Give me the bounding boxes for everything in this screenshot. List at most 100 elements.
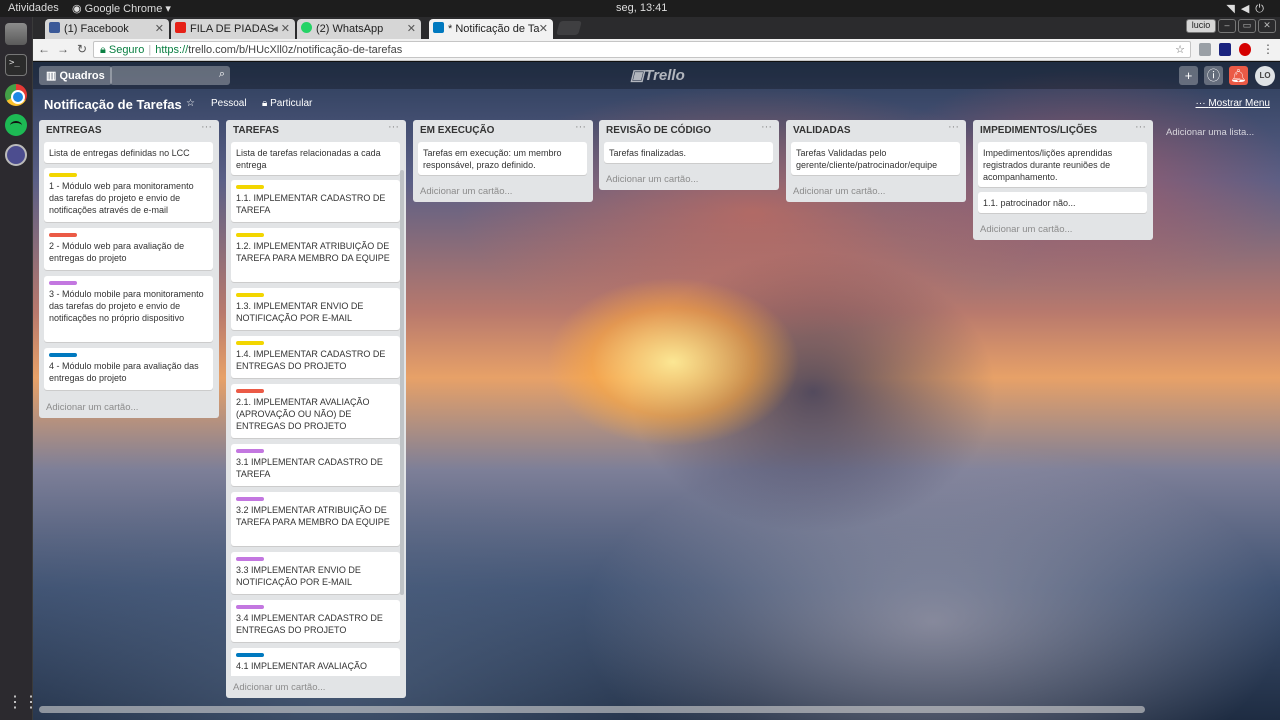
browser-tab-strip: (1) Facebook ✕ FILA DE PIADAS ◂ ✕ (2) Wh… [33, 17, 1280, 39]
card[interactable]: 1.4. IMPLEMENTAR CADASTRO DE ENTREGAS DO… [231, 336, 400, 378]
info-button[interactable]: ⓘ [1204, 66, 1223, 85]
show-menu-link[interactable]: ··· Mostrar Menu [1196, 98, 1270, 109]
card-text: Tarefas em execução: um membro responsáv… [423, 148, 562, 170]
card[interactable]: 1.2. IMPLEMENTAR ATRIBUIÇÃO DE TAREFA PA… [231, 228, 400, 282]
card[interactable]: 2 - Módulo web para avaliação de entrega… [44, 228, 213, 270]
extension-icon[interactable] [1219, 43, 1231, 56]
card[interactable]: Tarefas em execução: um membro responsáv… [418, 142, 587, 175]
close-tab-icon[interactable]: ✕ [155, 22, 164, 35]
list-menu-icon[interactable]: ··· [201, 121, 212, 133]
tab-trello-board[interactable]: * Notificação de Ta ✕ [429, 19, 553, 39]
board-title[interactable]: Notificação de Tarefas [44, 97, 182, 112]
card[interactable]: Tarefas Validadas pelo gerente/cliente/p… [791, 142, 960, 175]
close-tab-icon[interactable]: ◂ ✕ [272, 22, 290, 35]
card[interactable]: 3.1 IMPLEMENTAR CADASTRO DE TAREFA [231, 444, 400, 486]
list-validadas[interactable]: VALIDADAS ··· Tarefas Validadas pelo ger… [786, 120, 966, 202]
tab-whatsapp[interactable]: (2) WhatsApp ✕ [297, 19, 421, 39]
card[interactable]: 1.1. patrocinador não... [978, 192, 1147, 213]
new-tab-button[interactable] [556, 21, 582, 35]
list-title[interactable]: VALIDADAS [793, 125, 851, 136]
activities-button[interactable]: Atividades [8, 2, 59, 14]
list-impedimentos-licoes[interactable]: IMPEDIMENTOS/LIÇÕES ··· Impedimentos/liç… [973, 120, 1153, 240]
add-card-link[interactable]: Adicionar um cartão... [420, 186, 512, 197]
app-menu[interactable]: ◉ Google Chrome ▾ [72, 2, 171, 15]
card-label-purple [49, 281, 77, 285]
board-visibility[interactable]: 🔒︎ Particular [262, 98, 312, 109]
search-input[interactable]: ⌕ [110, 66, 230, 85]
list-scrollbar[interactable] [400, 170, 404, 595]
list-menu-icon[interactable]: ··· [575, 121, 586, 133]
card[interactable]: 4.1 IMPLEMENTAR AVALIAÇÃO [231, 648, 400, 676]
card[interactable]: 1.3. IMPLEMENTAR ENVIO DE NOTIFICAÇÃO PO… [231, 288, 400, 330]
tab-fila-de-piadas[interactable]: FILA DE PIADAS ◂ ✕ [171, 19, 295, 39]
list-tarefas[interactable]: TAREFAS ··· Lista de tarefas relacionada… [226, 120, 406, 698]
close-tab-icon[interactable]: ✕ [407, 22, 416, 35]
list-title[interactable]: REVISÃO DE CÓDIGO [606, 125, 711, 136]
star-icon[interactable]: ☆ [186, 98, 195, 109]
create-button[interactable]: + [1179, 66, 1198, 85]
add-card-link[interactable]: Adicionar um cartão... [980, 224, 1072, 235]
app-menu-label: Google Chrome [84, 3, 163, 15]
address-bar[interactable]: 🔒︎ Seguro | https://trello.com/b/HUcXll0z/n… [93, 41, 1191, 58]
card[interactable]: 1 - Módulo web para monitoramento das ta… [44, 168, 213, 222]
close-tab-icon[interactable]: ✕ [539, 22, 548, 35]
list-menu-icon[interactable]: ··· [948, 121, 959, 133]
back-icon[interactable]: ← [37, 42, 51, 56]
chrome-app-icon[interactable] [5, 84, 27, 106]
list-revisao-de-codigo[interactable]: REVISÃO DE CÓDIGO ··· Tarefas finalizada… [599, 120, 779, 190]
add-card-link[interactable]: Adicionar um cartão... [233, 682, 325, 693]
terminal-app-icon[interactable]: >_ [5, 54, 27, 76]
card[interactable]: 2.1. IMPLEMENTAR AVALIAÇÃO (APROVAÇÃO OU… [231, 384, 400, 438]
card-label-red [236, 389, 264, 393]
card-text: 1 - Módulo web para monitoramento das ta… [49, 181, 194, 215]
board-horizontal-scrollbar[interactable] [39, 706, 1145, 713]
list-menu-icon[interactable]: ··· [761, 121, 772, 133]
files-app-icon[interactable] [5, 23, 27, 45]
opera-extension-icon[interactable] [1239, 43, 1251, 56]
card[interactable]: Lista de tarefas relacionadas a cada ent… [231, 142, 400, 175]
avatar[interactable]: LO [1255, 66, 1275, 86]
card[interactable]: Impedimentos/lições aprendidas registrad… [978, 142, 1147, 187]
card-text: 3.3 IMPLEMENTAR ENVIO DE NOTIFICAÇÃO POR… [236, 565, 361, 587]
trello-logo[interactable]: ▣Trello [630, 66, 685, 84]
board-visibility-label: Particular [270, 98, 313, 109]
list-em-execucao[interactable]: EM EXECUÇÃO ··· Tarefas em execução: um … [413, 120, 593, 202]
card[interactable]: 3.4 IMPLEMENTAR CADASTRO DE ENTREGAS DO … [231, 600, 400, 642]
boards-button[interactable]: ▥ Quadros [39, 66, 112, 85]
add-list-link[interactable]: Adicionar uma lista... [1166, 127, 1254, 138]
list-menu-icon[interactable]: ··· [1135, 121, 1146, 133]
notifications-button[interactable]: 🔔︎ [1229, 66, 1248, 85]
tab-facebook[interactable]: (1) Facebook ✕ [45, 19, 169, 39]
card-label-red [49, 233, 77, 237]
list-cards-scroll[interactable]: Lista de tarefas relacionadas a cada ent… [226, 120, 400, 676]
system-tray[interactable]: ◥◀⏻ [1226, 2, 1270, 16]
app-icon[interactable] [5, 144, 27, 166]
card[interactable]: Lista de entregas definidas no LCC [44, 142, 213, 163]
board-team[interactable]: Pessoal [211, 98, 247, 109]
reload-icon[interactable]: ↻ [75, 42, 89, 56]
list-title[interactable]: EM EXECUÇÃO [420, 125, 494, 136]
system-clock[interactable]: seg, 13:41 [616, 2, 667, 14]
profile-button[interactable]: lucio [1186, 19, 1216, 33]
spotify-app-icon[interactable] [5, 114, 27, 136]
minimize-button[interactable]: – [1218, 19, 1236, 33]
extension-icon[interactable] [1199, 43, 1211, 56]
maximize-button[interactable]: ▭ [1238, 19, 1256, 33]
list-title[interactable]: IMPEDIMENTOS/LIÇÕES [980, 125, 1097, 136]
add-card-link[interactable]: Adicionar um cartão... [46, 402, 138, 413]
close-window-button[interactable]: ✕ [1258, 19, 1276, 33]
list-entregas[interactable]: ENTREGAS ··· Lista de entregas definidas… [39, 120, 219, 418]
forward-icon[interactable]: → [56, 42, 70, 56]
card[interactable]: 4 - Módulo mobile para avaliação das ent… [44, 348, 213, 390]
card[interactable]: 3.2 IMPLEMENTAR ATRIBUIÇÃO DE TAREFA PAR… [231, 492, 400, 546]
card[interactable]: 3 - Módulo mobile para monitoramento das… [44, 276, 213, 342]
card[interactable]: Tarefas finalizadas. [604, 142, 773, 163]
card[interactable]: 1.1. IMPLEMENTAR CADASTRO DE TAREFA [231, 180, 400, 222]
add-card-link[interactable]: Adicionar um cartão... [793, 186, 885, 197]
card[interactable]: 3.3 IMPLEMENTAR ENVIO DE NOTIFICAÇÃO POR… [231, 552, 400, 594]
card-text: 3.2 IMPLEMENTAR ATRIBUIÇÃO DE TAREFA PAR… [236, 505, 390, 527]
add-card-link[interactable]: Adicionar um cartão... [606, 174, 698, 185]
bookmark-star-icon[interactable]: ☆ [1175, 43, 1185, 56]
list-title[interactable]: ENTREGAS [46, 125, 102, 136]
chrome-menu-icon[interactable]: ⋮ [1261, 42, 1275, 56]
